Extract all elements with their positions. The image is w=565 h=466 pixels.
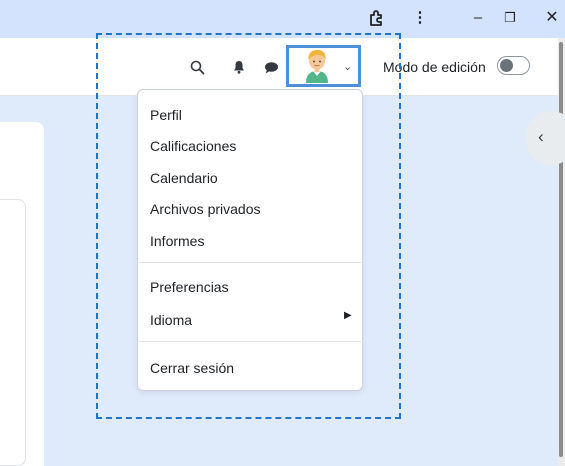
puzzle-icon[interactable] xyxy=(366,8,388,32)
edit-mode-toggle[interactable] xyxy=(497,56,530,75)
menu-item-logout[interactable]: Cerrar sesión xyxy=(150,359,234,377)
menu-item-preferences[interactable]: Preferencias xyxy=(150,278,229,296)
browser-menu-icon[interactable]: ⋮ xyxy=(409,8,431,28)
browser-toolbar: ⋮ – ❐ ✕ xyxy=(0,0,565,38)
menu-item-profile[interactable]: Perfil xyxy=(150,106,182,124)
bell-icon[interactable] xyxy=(230,58,248,76)
chat-icon[interactable] xyxy=(262,58,280,76)
scrollbar-thumb[interactable] xyxy=(559,42,563,457)
menu-item-grades[interactable]: Calificaciones xyxy=(150,137,236,155)
search-icon[interactable] xyxy=(188,58,206,76)
restore-icon[interactable]: ❐ xyxy=(499,8,521,28)
chevron-down-icon: ⌄ xyxy=(343,60,353,73)
menu-item-reports[interactable]: Informes xyxy=(150,232,204,250)
top-navbar: ⌄ Modo de edición xyxy=(0,38,558,96)
menu-divider xyxy=(139,341,361,342)
menu-item-private-files[interactable]: Archivos privados xyxy=(150,200,261,218)
avatar xyxy=(303,49,331,83)
toggle-knob xyxy=(500,59,513,72)
inner-content-card xyxy=(0,199,26,466)
menu-item-calendar[interactable]: Calendario xyxy=(150,169,218,187)
user-dropdown-menu: Perfil Calificaciones Calendario Archivo… xyxy=(137,89,363,391)
menu-divider xyxy=(139,262,361,263)
submenu-arrow-icon: ▶ xyxy=(344,310,352,321)
close-icon[interactable]: ✕ xyxy=(541,8,563,28)
user-menu-toggle[interactable]: ⌄ xyxy=(286,45,361,87)
menu-item-language[interactable]: Idioma xyxy=(150,311,192,329)
minimize-icon[interactable]: – xyxy=(467,8,489,28)
drawer-toggle-button[interactable]: ‹ xyxy=(526,111,565,165)
edit-mode-label: Modo de edición xyxy=(383,59,486,75)
chevron-left-icon: ‹ xyxy=(538,127,544,146)
